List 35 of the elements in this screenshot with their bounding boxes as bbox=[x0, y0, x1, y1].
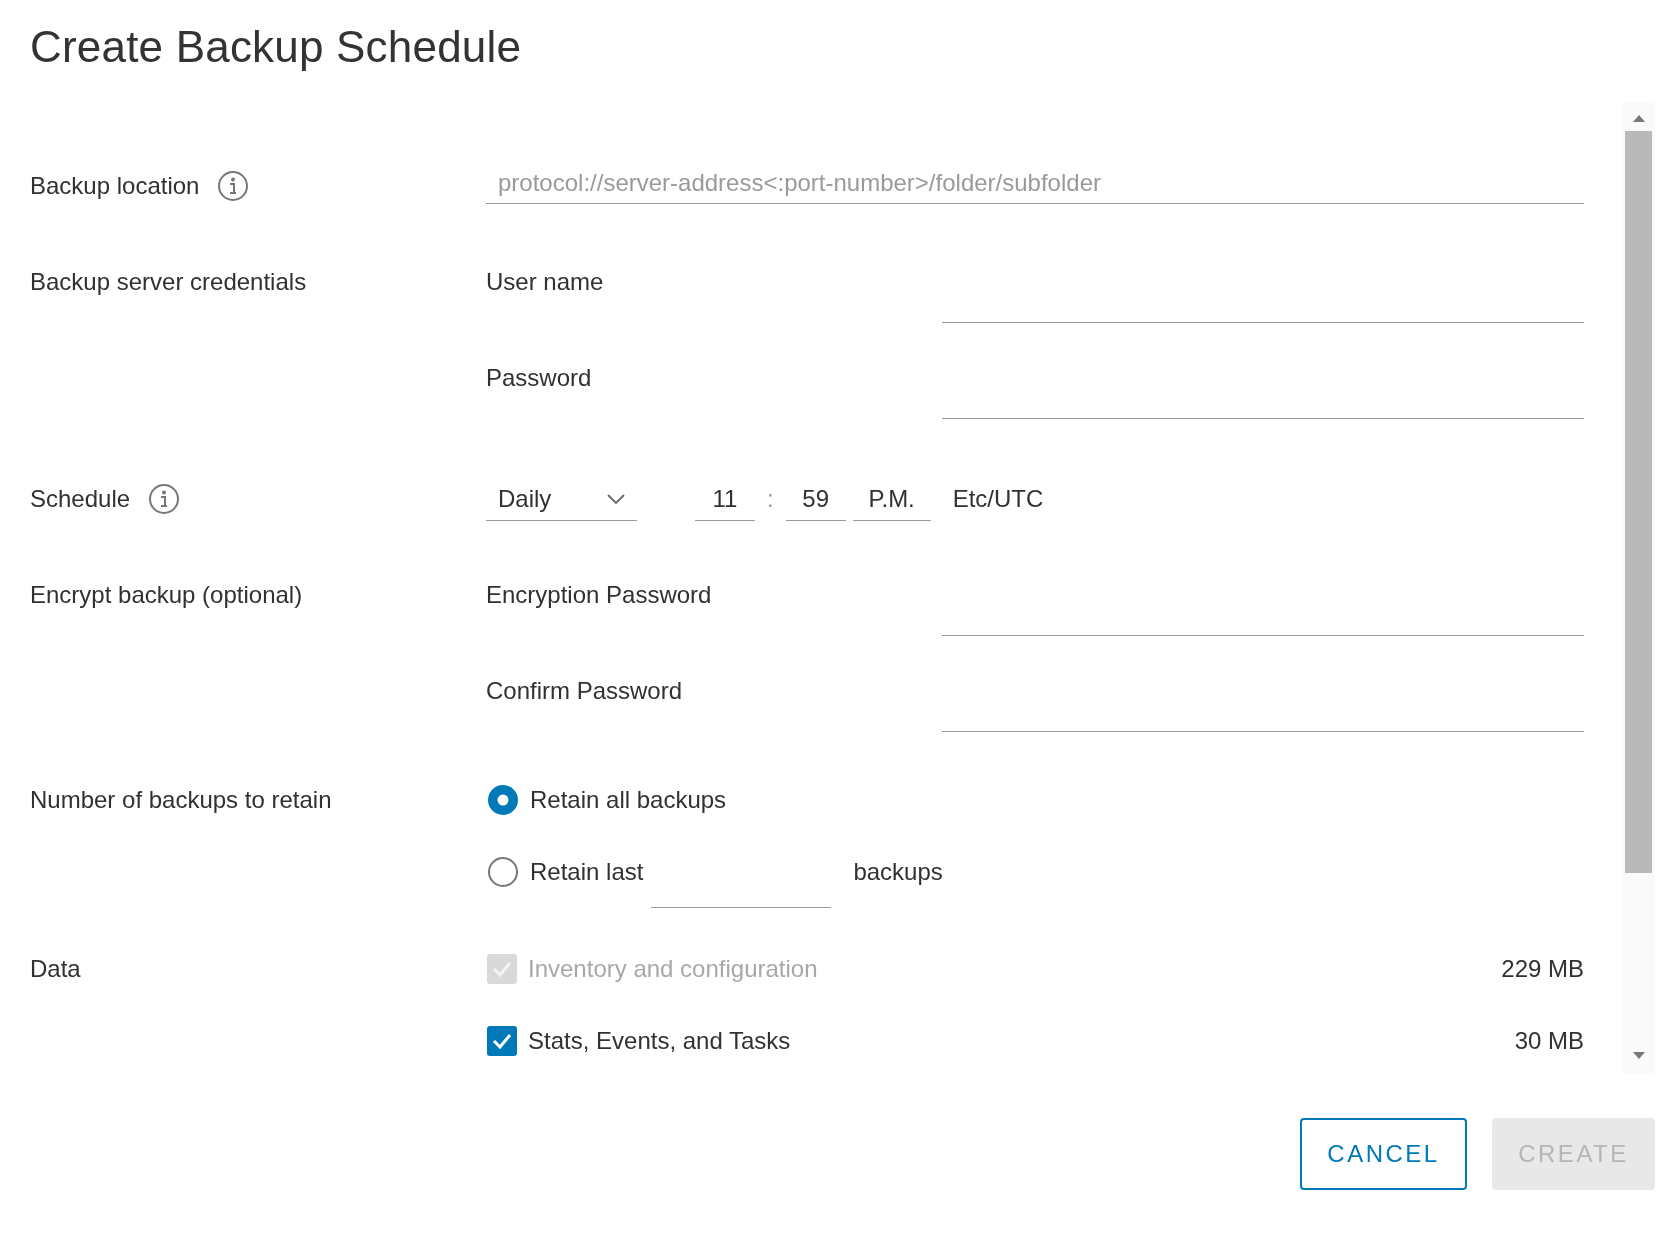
radio-button[interactable] bbox=[486, 855, 520, 889]
field-label: Encrypt backup (optional) bbox=[30, 581, 303, 609]
period-field[interactable]: P.M. bbox=[852, 477, 931, 521]
minute-field[interactable]: 59 bbox=[785, 477, 846, 521]
info-icon[interactable] bbox=[148, 483, 181, 515]
timezone-label: Etc/UTC bbox=[952, 485, 1044, 513]
dialog-title: Create Backup Schedule bbox=[29, 21, 523, 73]
radio-button[interactable] bbox=[486, 783, 520, 817]
field-suffix: backups bbox=[853, 858, 943, 886]
field-label: Backup server credentials bbox=[30, 268, 307, 296]
hour-field[interactable]: 11 bbox=[695, 477, 755, 521]
field-label: Encryption Password bbox=[486, 581, 713, 609]
data-size: 30 MB bbox=[1514, 1027, 1584, 1055]
field-label: User name bbox=[486, 268, 605, 296]
data-size: 229 MB bbox=[1501, 955, 1584, 983]
chevron-down-icon bbox=[607, 493, 625, 504]
radio-label: Retain last bbox=[530, 858, 644, 886]
time-separator: : bbox=[767, 485, 774, 513]
field-label: Confirm Password bbox=[486, 677, 684, 705]
field-label: Schedule bbox=[30, 485, 131, 513]
checkbox[interactable] bbox=[486, 1025, 518, 1057]
scroll-up-icon[interactable] bbox=[1631, 113, 1646, 123]
scrollbar-thumb[interactable] bbox=[1625, 131, 1652, 873]
field-label: Data bbox=[30, 955, 81, 983]
field-label: Password bbox=[486, 364, 593, 392]
checkbox-label: Inventory and configuration bbox=[528, 955, 818, 983]
frequency-dropdown[interactable]: Daily bbox=[486, 477, 637, 521]
scroll-down-icon[interactable] bbox=[1631, 1051, 1646, 1061]
field-label: Backup location bbox=[30, 172, 200, 200]
cancel-button[interactable]: CANCEL bbox=[1300, 1118, 1467, 1190]
radio-label: Retain all backups bbox=[530, 786, 727, 814]
location-field[interactable]: protocol://server-address<:port-number>/folder/subfolder bbox=[486, 162, 1584, 204]
info-icon[interactable] bbox=[217, 170, 250, 202]
checkbox-label: Stats, Events, and Tasks bbox=[528, 1027, 791, 1055]
field-label: Number of backups to retain bbox=[30, 786, 332, 814]
